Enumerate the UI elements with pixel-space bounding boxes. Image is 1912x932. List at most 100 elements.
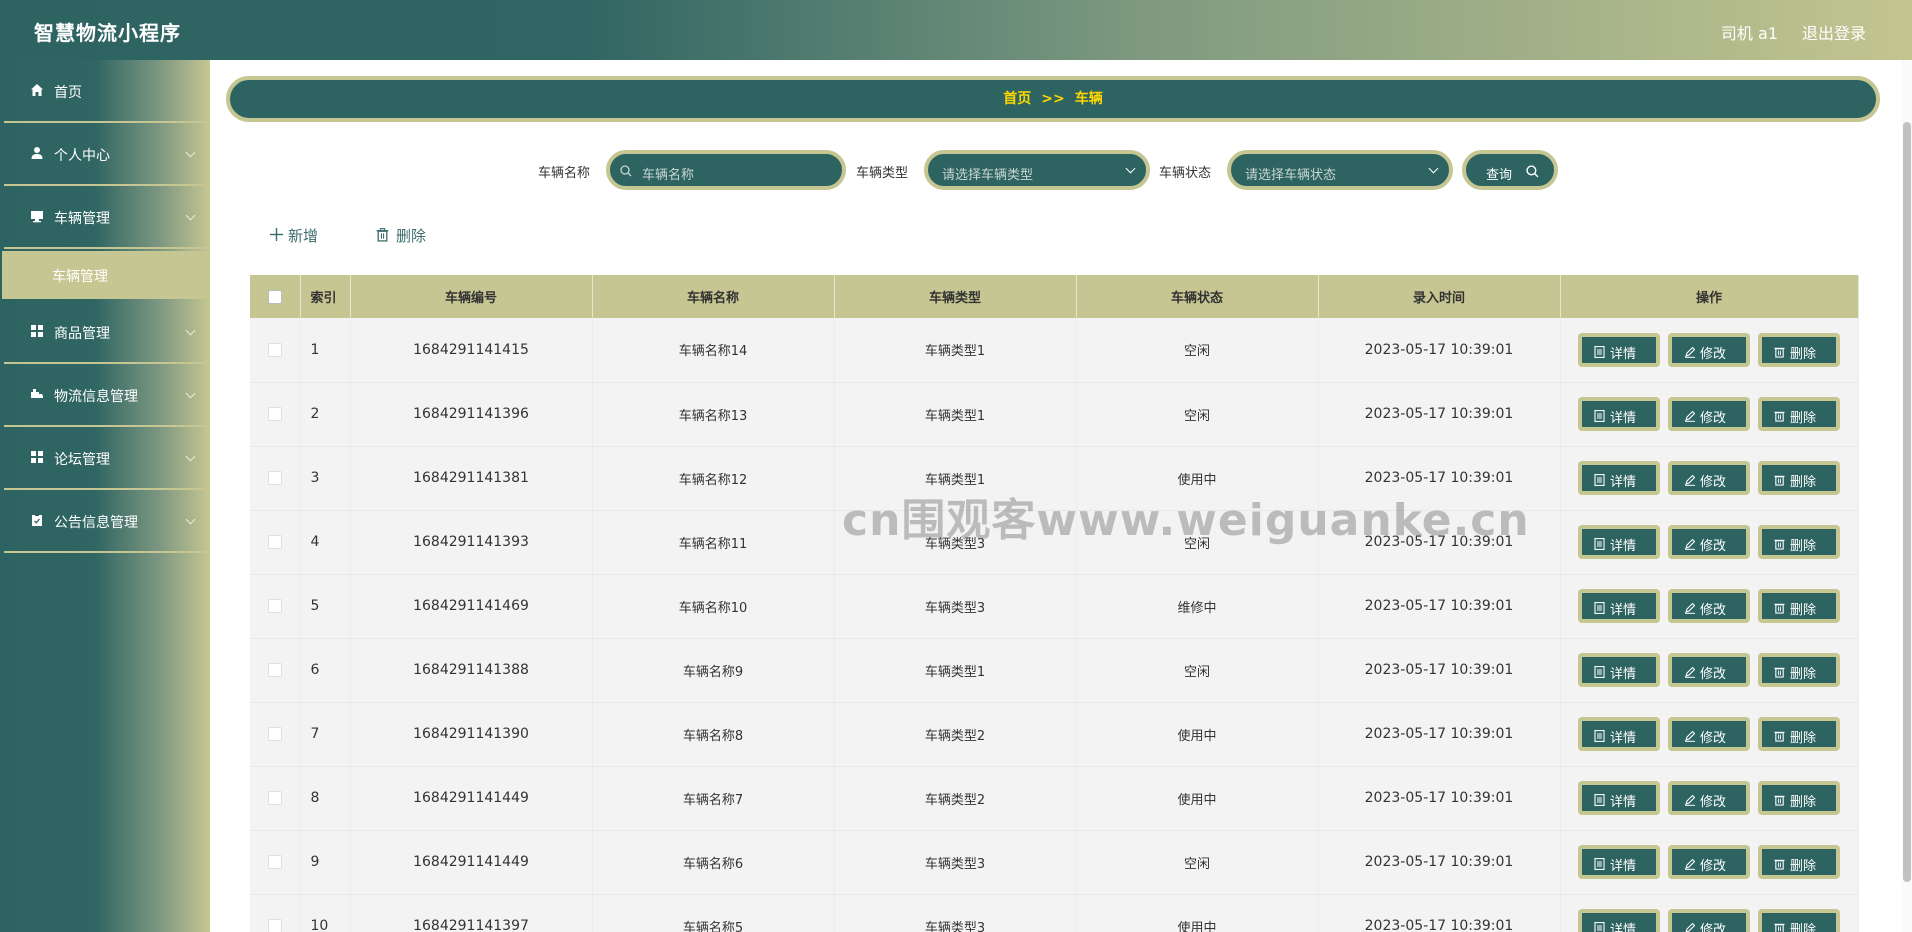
row-checkbox-cell [250,894,301,932]
edit-button[interactable]: 修改 [1668,397,1750,431]
add-button[interactable]: 新增 [270,220,330,250]
edit-button[interactable]: 修改 [1668,781,1750,815]
table-row[interactable]: 4 1684291141393 车辆名称11 车辆类型3 空闲 2023-05-17 10… [250,510,1859,575]
delete-button[interactable]: 删除 [1758,653,1840,687]
sidebar-subitem-vehicle-management[interactable]: 车辆管理 [2,251,208,299]
cell-code: 1684291141415 [350,318,593,383]
delete-button[interactable]: 删除 [1758,461,1840,495]
monitor-icon [31,211,43,223]
delete-button[interactable]: 删除 [1758,909,1840,932]
vehicle-status-select[interactable]: 请选择车辆状态 [1227,150,1453,190]
select-all-cell [250,275,301,318]
sidebar-item-goods[interactable]: 商品管理 [4,301,206,364]
edit-button[interactable]: 修改 [1668,332,1750,367]
row-checkbox[interactable] [267,663,282,677]
vehicle-type-select[interactable]: 请选择车辆类型 [924,150,1150,190]
table-row[interactable]: 2 1684291141396 车辆名称13 车辆类型1 空闲 2023-05-17 10… [250,382,1859,447]
table-row[interactable]: 8 1684291141449 车辆名称7 车辆类型2 使用中 2023-05-17 10… [250,766,1859,831]
cell-index: 8 [300,766,351,831]
sidebar-item-announcement[interactable]: 公告信息管理 [4,490,206,553]
sidebar-item-home[interactable]: 首页 [4,60,206,123]
row-checkbox[interactable] [267,407,282,421]
column-header-status: 车辆状态 [1076,275,1319,318]
cell-name: 车辆名称9 [592,638,835,703]
edit-button[interactable]: 修改 [1668,589,1750,623]
delete-button[interactable]: 删除 [1758,525,1840,559]
edit-button[interactable]: 修改 [1668,525,1750,559]
edit-button-label: 修改 [1700,475,1727,490]
cell-time: 2023-05-17 10:39:01 [1318,382,1561,447]
query-button-label: 查询 [1486,168,1513,183]
detail-button[interactable]: 详情 [1578,909,1660,932]
table-row[interactable]: 3 1684291141381 车辆名称12 车辆类型1 使用中 2023-05-17 1… [250,446,1859,511]
top-header: 智慧物流小程序 司机 a1 退出登录 [0,0,1912,60]
delete-button[interactable]: 删除 [1758,332,1840,367]
row-checkbox[interactable] [267,791,282,805]
row-checkbox[interactable] [267,535,282,549]
table-row[interactable]: 7 1684291141390 车辆名称8 车辆类型2 使用中 2023-05-17 10… [250,702,1859,767]
detail-button-label: 详情 [1610,603,1637,618]
edit-button[interactable]: 修改 [1668,461,1750,495]
query-button[interactable]: 查询 [1462,150,1558,190]
detail-button[interactable]: 详情 [1578,397,1660,431]
cell-time: 2023-05-17 10:39:01 [1318,702,1561,767]
edit-button[interactable]: 修改 [1668,653,1750,687]
table-row[interactable]: 9 1684291141449 车辆名称6 车辆类型3 空闲 2023-05-17 10:… [250,830,1859,895]
batch-delete-button[interactable]: 删除 [376,220,436,250]
breadcrumb-home[interactable]: 首页 [1003,91,1031,107]
chevron-down-icon [1428,163,1439,174]
vehicle-type-placeholder: 请选择车辆类型 [942,168,1034,183]
row-checkbox[interactable] [267,599,282,613]
detail-button[interactable]: 详情 [1578,332,1660,367]
select-all-checkbox[interactable] [267,289,282,304]
row-checkbox-cell [250,382,301,447]
detail-button[interactable]: 详情 [1578,461,1660,495]
row-checkbox-cell [250,766,301,831]
chevron-down-icon [185,514,196,525]
detail-button[interactable]: 详情 [1578,589,1660,623]
scrollbar-thumb[interactable] [1903,122,1911,882]
detail-button[interactable]: 详情 [1578,717,1660,751]
vehicle-type-label: 车辆类型 [856,166,909,181]
row-checkbox-cell [250,446,301,511]
page-scrollbar[interactable] [1902,60,1912,932]
cell-status: 空闲 [1076,510,1319,575]
row-checkbox[interactable] [267,919,282,932]
row-checkbox[interactable] [267,855,282,869]
delete-button[interactable]: 删除 [1758,397,1840,431]
edit-button[interactable]: 修改 [1668,717,1750,751]
truck-icon [31,389,43,398]
detail-button[interactable]: 详情 [1578,525,1660,559]
table-row[interactable]: 6 1684291141388 车辆名称9 车辆类型1 空闲 2023-05-17 10:… [250,638,1859,703]
row-checkbox[interactable] [267,727,282,741]
detail-button[interactable]: 详情 [1578,781,1660,815]
edit-button[interactable]: 修改 [1668,845,1750,879]
delete-button[interactable]: 删除 [1758,781,1840,815]
row-checkbox[interactable] [267,471,282,485]
cell-code: 1684291141397 [350,894,593,932]
edit-button[interactable]: 修改 [1668,909,1750,932]
sidebar-item-label: 物流信息管理 [54,389,138,405]
delete-button[interactable]: 删除 [1758,845,1840,879]
column-header-actions: 操作 [1560,275,1859,318]
table-row[interactable]: 5 1684291141469 车辆名称10 车辆类型3 维修中 2023-05-17 1… [250,574,1859,639]
sidebar-item-forum[interactable]: 论坛管理 [4,427,206,490]
table-row[interactable]: 1 1684291141415 车辆名称14 车辆类型1 空闲 2023-05-17 10… [250,318,1859,383]
sidebar-item-logistics[interactable]: 物流信息管理 [4,364,206,427]
document-icon [1594,666,1605,678]
delete-button[interactable]: 删除 [1758,589,1840,623]
vehicle-name-input[interactable]: 车辆名称 [606,150,846,190]
column-header-time: 录入时间 [1318,275,1561,318]
breadcrumb: 首页 >> 车辆 [226,76,1880,122]
row-checkbox[interactable] [267,342,282,357]
cell-index: 5 [300,574,351,639]
cell-code: 1684291141449 [350,830,593,895]
sidebar-item-vehicle[interactable]: 车辆管理 [4,186,206,249]
delete-button[interactable]: 删除 [1758,717,1840,751]
detail-button[interactable]: 详情 [1578,653,1660,687]
sidebar-item-profile[interactable]: 个人中心 [4,123,206,186]
table-row[interactable]: 10 1684291141397 车辆名称5 车辆类型3 使用中 2023-05-17 1… [250,894,1859,932]
detail-button[interactable]: 详情 [1578,845,1660,879]
logout-link[interactable]: 退出登录 [1802,20,1866,44]
current-user: 司机 a1 [1720,24,1778,43]
